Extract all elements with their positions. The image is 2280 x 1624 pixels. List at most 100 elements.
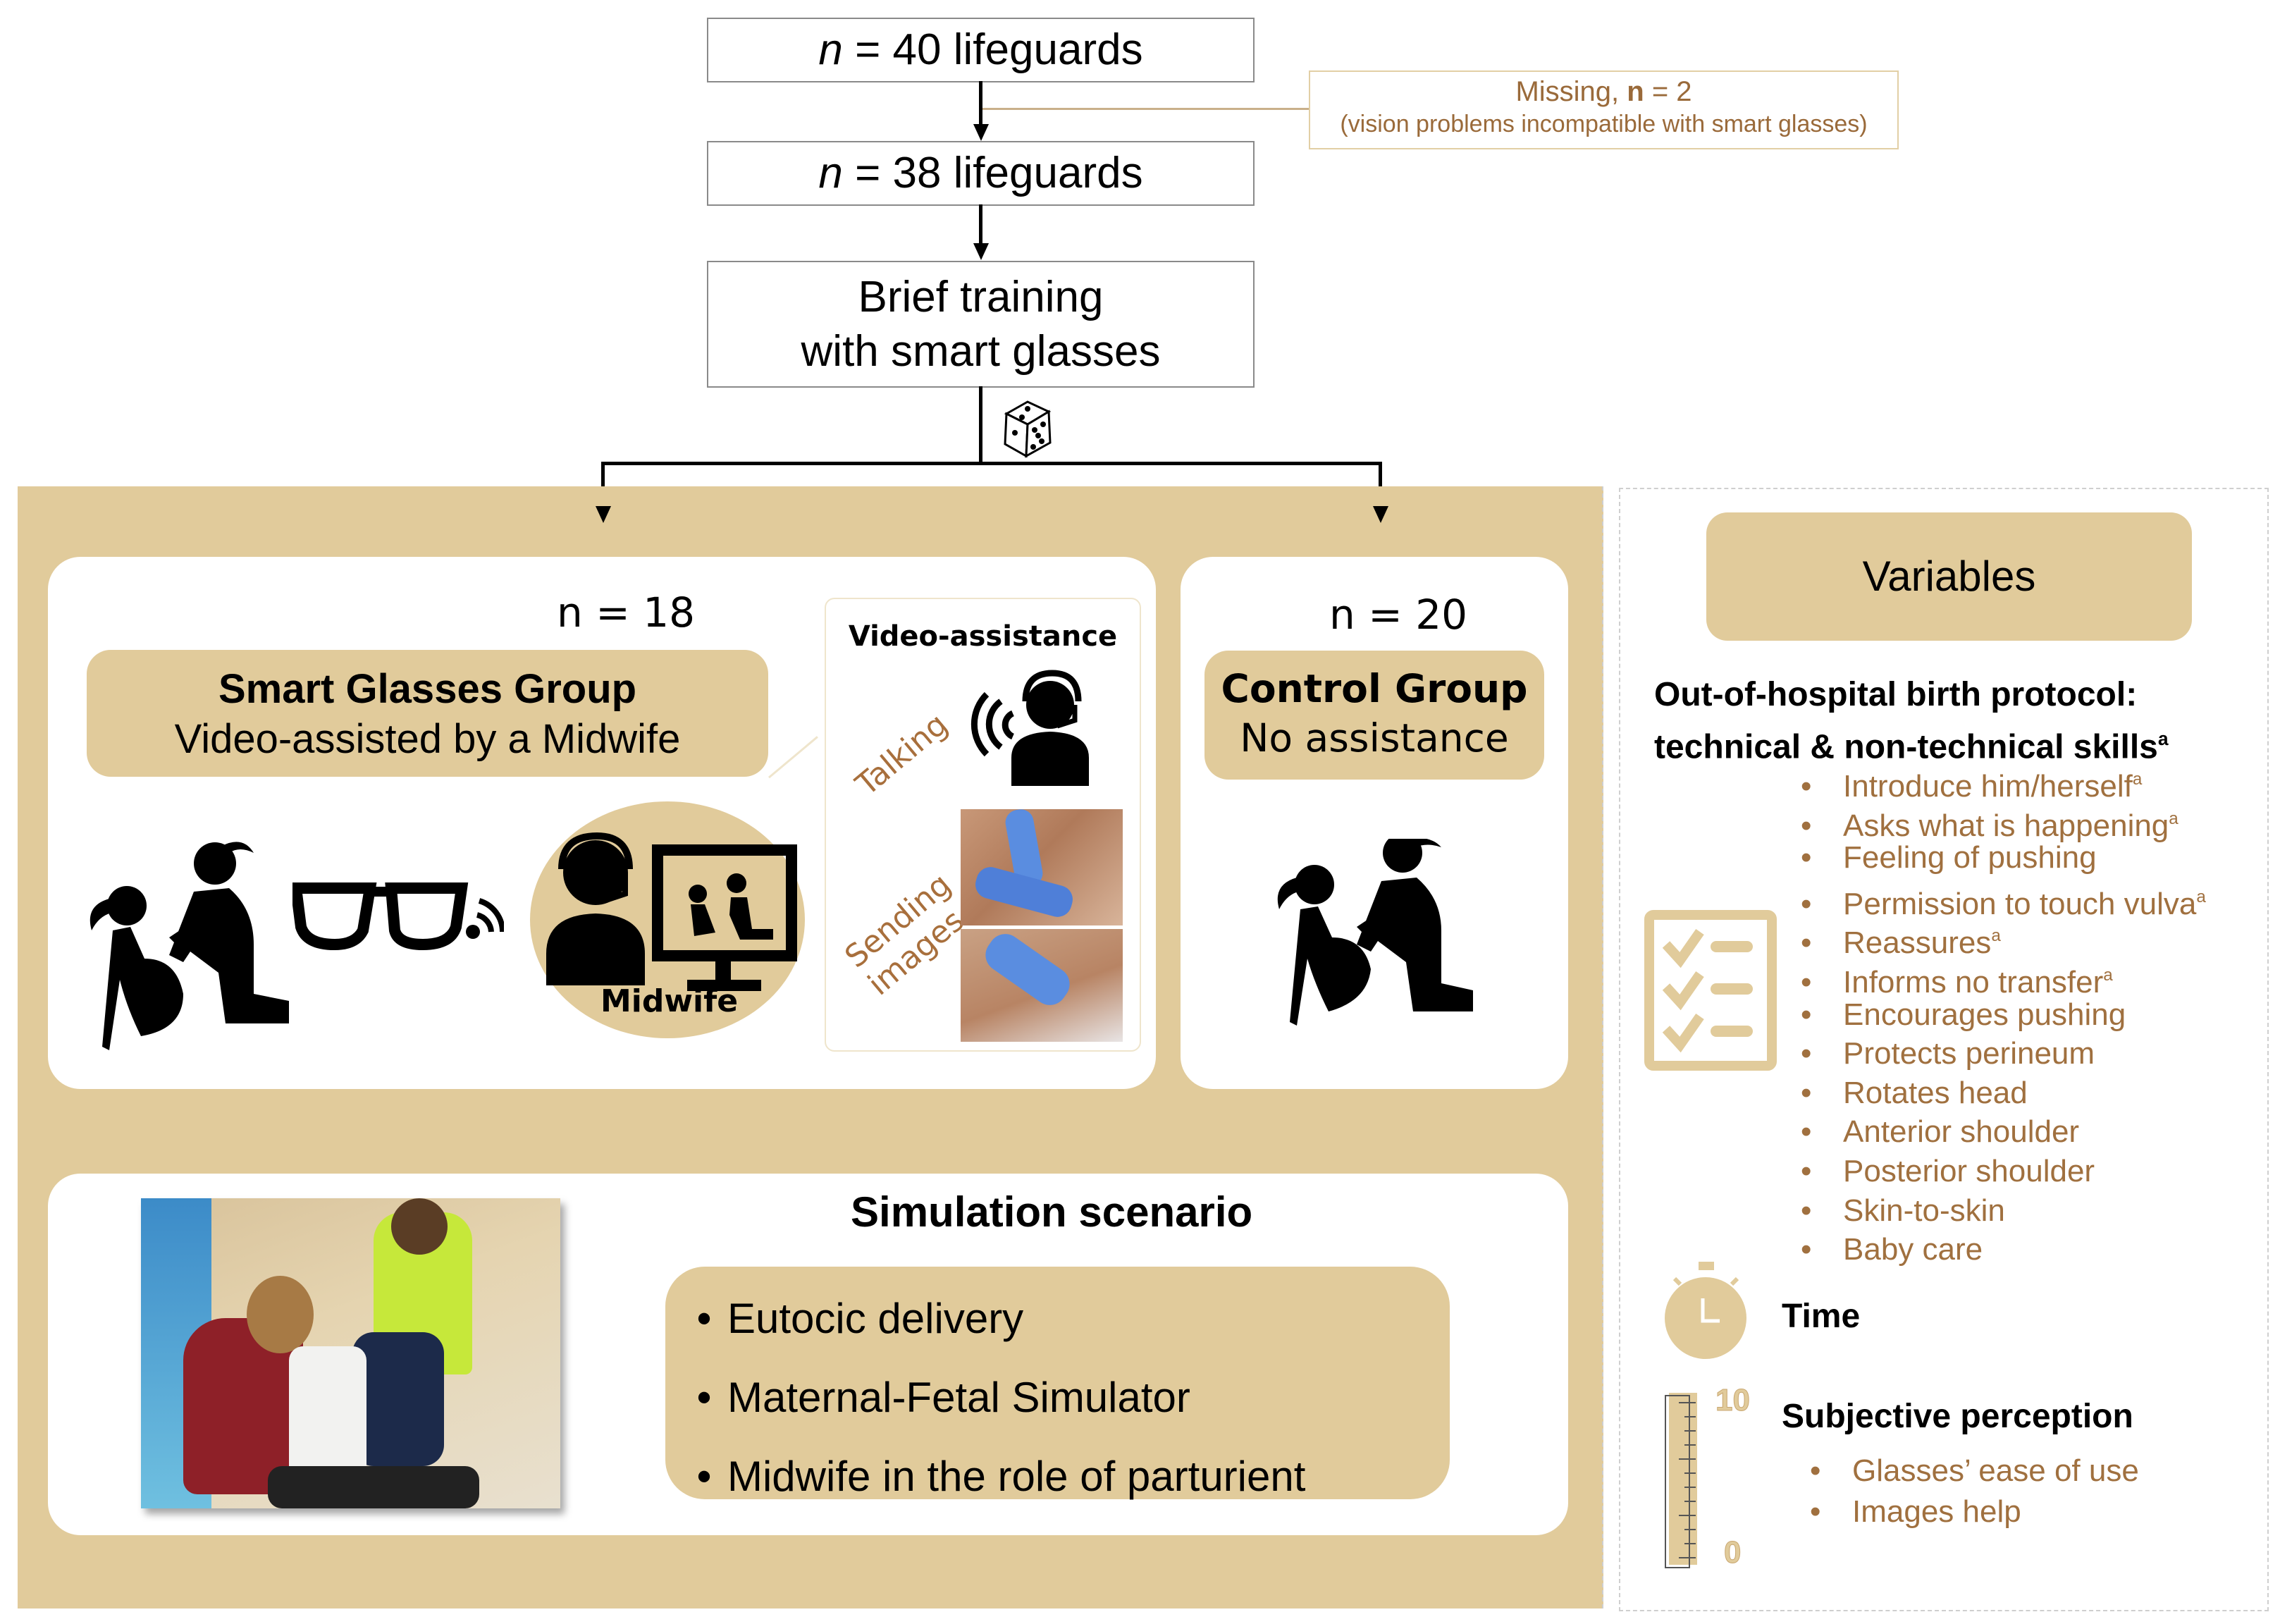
missing-reason: (vision problems incompatible with smart… xyxy=(1340,111,1868,137)
stopwatch-icon xyxy=(1665,1262,1746,1359)
bullet: • xyxy=(1810,1494,1821,1529)
skill-item: • Skin-to-skin xyxy=(1801,1191,2206,1231)
smart-glasses-n: n = 18 xyxy=(557,589,696,636)
simulation-item-text: Eutocic delivery xyxy=(727,1295,1024,1342)
arrow-down-icon xyxy=(973,243,989,260)
skill-item: • Asks what is happeninga xyxy=(1801,799,2206,843)
missing-text: Missing, xyxy=(1515,76,1627,107)
simulation-photo xyxy=(141,1198,560,1508)
video-assistance-title: Video-assistance xyxy=(848,620,1118,653)
skill-item-text: Protects perineum xyxy=(1843,1036,2095,1071)
skill-item-text: Baby care xyxy=(1843,1232,1983,1267)
bullet: • xyxy=(1801,1075,1812,1110)
flow-box-included: n = 38 lifeguards xyxy=(707,141,1255,206)
simulator-photo-2 xyxy=(961,929,1123,1042)
headset-talking-icon xyxy=(970,670,1089,786)
midwife-label: Midwife xyxy=(600,983,739,1019)
control-group-title: Control Group xyxy=(1221,666,1528,711)
skill-item: • Anterior shoulder xyxy=(1801,1112,2206,1152)
rating-scale-icon xyxy=(1665,1393,1697,1568)
midwife-monitor-icon xyxy=(546,832,797,991)
arrow-down-icon xyxy=(973,124,989,141)
skill-item-text: Skin-to-skin xyxy=(1843,1193,2005,1228)
skill-item: • Introduce him/herselfa xyxy=(1801,760,2206,804)
perception-item-text: Glasses’ ease of use xyxy=(1852,1453,2139,1488)
protocol-heading-line1: Out-of-hospital birth protocol: xyxy=(1654,676,2138,713)
training-line2: with smart glasses xyxy=(801,327,1161,376)
footnote-marker: a xyxy=(2196,887,2206,906)
footnote-marker: a xyxy=(2103,965,2113,985)
skill-item-text: Anterior shoulder xyxy=(1843,1114,2080,1150)
skill-item: • Rotates head xyxy=(1801,1074,2206,1113)
simulation-item: • Midwife in the role of parturient xyxy=(681,1437,1305,1516)
connector-line xyxy=(979,204,982,247)
bullet: • xyxy=(1801,1153,1812,1188)
connector-line xyxy=(979,81,982,128)
skill-item: • Reassuresa xyxy=(1801,916,2206,960)
training-line1: Brief training xyxy=(858,272,1104,321)
simulation-item-text: Maternal-Fetal Simulator xyxy=(727,1374,1190,1421)
control-group-subtitle: No assistance xyxy=(1240,715,1509,761)
scale-max-label: 10 xyxy=(1715,1383,1751,1418)
control-group-label: Control Group No assistance xyxy=(1204,651,1544,780)
bullet: • xyxy=(696,1295,712,1342)
missing-label: Missing, n = 2 xyxy=(1310,76,1897,108)
simulation-item: • Maternal-Fetal Simulator xyxy=(681,1358,1305,1437)
bullet: • xyxy=(1801,1036,1812,1071)
arrow-down-icon xyxy=(1373,506,1388,523)
perception-list: • Glasses’ ease of use • Images help xyxy=(1810,1451,2139,1532)
missing-n-symbol: n xyxy=(1627,76,1644,107)
skill-item: • Protects perineum xyxy=(1801,1034,2206,1074)
missing-box: Missing, n = 2 (vision problems incompat… xyxy=(1309,70,1899,149)
birth-pictogram-icon xyxy=(1277,839,1473,1026)
footnote-marker: a xyxy=(1991,926,2001,946)
flow-box-training: Brief training with smart glasses xyxy=(707,261,1255,388)
skill-item-text: Informs no transfer xyxy=(1843,964,2104,999)
bullet: • xyxy=(1801,997,1812,1032)
smart-glasses-label: Smart Glasses Group Video-assisted by a … xyxy=(87,650,768,777)
perception-item-text: Images help xyxy=(1852,1494,2021,1529)
perception-item: • Images help xyxy=(1810,1491,2139,1532)
scale-min-label: 0 xyxy=(1723,1535,1742,1570)
simulation-details: • Eutocic delivery • Maternal-Fetal Simula… xyxy=(665,1267,1450,1500)
connector-line xyxy=(979,386,982,462)
perception-item: • Glasses’ ease of use xyxy=(1810,1451,2139,1491)
missing-connector xyxy=(982,108,1309,110)
branch-line xyxy=(601,462,1382,465)
bullet: • xyxy=(1801,1193,1812,1228)
control-group-n: n = 20 xyxy=(1329,591,1468,639)
n-symbol: n xyxy=(818,149,843,198)
skill-item: • Informs no transfera xyxy=(1801,956,2206,999)
skill-item: • Permission to touch vulvaa xyxy=(1801,878,2206,921)
skill-item: • Baby care xyxy=(1801,1230,2206,1269)
n-symbol: n xyxy=(818,25,843,75)
bullet: • xyxy=(1801,840,1812,875)
simulation-item-text: Midwife in the role of parturient xyxy=(727,1453,1306,1500)
included-count: = 38 lifeguards xyxy=(842,149,1143,198)
skill-item-text: Rotates head xyxy=(1843,1075,2028,1110)
skill-item-text: Permission to touch vulva xyxy=(1843,886,2197,921)
flow-box-enrolled: n = 40 lifeguards xyxy=(707,18,1255,82)
footnote-marker: a xyxy=(2157,728,2169,749)
skill-item-text: Introduce him/herself xyxy=(1843,768,2133,804)
variables-title: Variables xyxy=(1862,553,2036,600)
skill-item: • Feeling of pushing xyxy=(1801,838,2206,878)
skill-item: • Encourages pushing xyxy=(1801,995,2206,1035)
smart-glasses-subtitle: Video-assisted by a Midwife xyxy=(174,716,681,762)
dice-icon xyxy=(1004,400,1052,458)
footnote-marker: a xyxy=(2132,770,2143,789)
bullet: • xyxy=(1801,1114,1812,1150)
birth-assist-pictogram-icon xyxy=(90,842,289,1050)
skill-item-text: Posterior shoulder xyxy=(1843,1153,2095,1188)
perception-heading: Subjective perception xyxy=(1782,1398,2133,1435)
simulation-item: • Eutocic delivery xyxy=(681,1279,1305,1358)
time-label: Time xyxy=(1782,1298,1861,1335)
arrow-down-icon xyxy=(596,506,611,523)
simulation-title: Simulation scenario xyxy=(851,1188,1253,1236)
variables-header: Variables xyxy=(1706,512,2192,641)
checklist-icon xyxy=(1644,910,1777,1071)
smart-glasses-title: Smart Glasses Group xyxy=(218,666,637,712)
skill-item-text: Reassures xyxy=(1843,925,1992,961)
skill-item-text: Encourages pushing xyxy=(1843,997,2126,1032)
smart-glasses-icon xyxy=(292,882,504,951)
